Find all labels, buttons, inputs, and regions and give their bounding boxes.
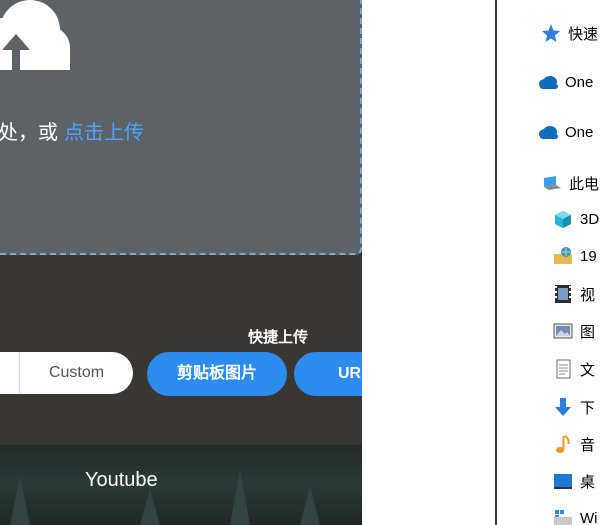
nav-item-label: 19	[580, 247, 597, 265]
tree-shape	[10, 477, 30, 525]
tree-shape	[230, 470, 250, 525]
nav-item-network-folder[interactable]: 19	[552, 245, 597, 267]
nav-item-label: 3D	[580, 210, 600, 228]
clipboard-image-button[interactable]: 剪贴板图片	[147, 352, 287, 396]
nav-item-label: 图	[580, 323, 596, 341]
nav-item-label: 下	[580, 399, 596, 417]
pictures-folder-icon	[552, 320, 574, 342]
image-host-page: 处，或 点击上传 快捷上传 Custom 剪贴板图片 UR Youtube	[0, 0, 362, 525]
nav-item-label: 视	[580, 286, 596, 304]
video-folder-icon	[552, 283, 574, 305]
nav-item-videos[interactable]: 视	[552, 283, 595, 305]
nav-item-documents[interactable]: 文	[552, 358, 595, 380]
nav-item-downloads[interactable]: 下	[552, 396, 595, 418]
url-upload-button[interactable]: UR	[294, 352, 362, 396]
3d-objects-icon	[552, 208, 574, 230]
nav-item-pictures[interactable]: 图	[552, 320, 595, 342]
size-option-group: Custom	[0, 352, 133, 394]
drop-hint-text: 处，或	[0, 122, 58, 144]
star-icon	[540, 22, 562, 44]
nav-item-label: 文	[580, 361, 596, 379]
onedrive-cloud-icon	[537, 121, 559, 143]
tree-shape	[300, 485, 320, 525]
nav-item-label: 快速	[568, 25, 599, 43]
drop-instructions: 处，或 点击上传	[0, 116, 144, 145]
nav-item-quick-access[interactable]: 快速	[540, 22, 598, 44]
nav-item-3d-objects[interactable]: 3D	[552, 208, 599, 230]
desktop-icon	[552, 470, 574, 492]
upload-controls: 快捷上传 Custom 剪贴板图片 UR	[0, 255, 362, 445]
nav-item-label: 音	[580, 436, 596, 454]
nav-item-label: 此电	[569, 175, 600, 193]
nav-item-onedrive-2[interactable]: One	[537, 121, 593, 143]
windows-drive-icon	[552, 507, 574, 525]
nav-item-this-pc[interactable]: 此电	[541, 172, 599, 194]
nav-item-label: Wi	[580, 509, 598, 525]
onedrive-cloud-icon	[537, 71, 559, 93]
documents-folder-icon	[552, 358, 574, 380]
nav-item-label: One	[565, 123, 594, 141]
footer-background: Youtube	[0, 445, 362, 525]
network-folder-icon	[552, 245, 574, 267]
music-icon	[552, 433, 574, 455]
nav-item-desktop[interactable]: 桌	[552, 470, 595, 492]
downloads-icon	[552, 396, 574, 418]
nav-item-label: 桌	[580, 473, 596, 491]
explorer-navigation-pane: 快速 One One 此电 3D 19 视 图 文 下 音 桌 Wi	[497, 0, 604, 525]
nav-item-onedrive-1[interactable]: One	[537, 71, 593, 93]
nav-item-label: One	[565, 73, 594, 91]
cloud-upload-icon	[0, 0, 70, 70]
upload-dropzone[interactable]: 处，或 点击上传	[0, 0, 362, 255]
nav-item-music[interactable]: 音	[552, 433, 595, 455]
this-pc-icon	[541, 172, 563, 194]
tree-shape	[140, 489, 160, 525]
youtube-link[interactable]: Youtube	[85, 469, 158, 492]
click-upload-link[interactable]: 点击上传	[64, 122, 144, 144]
custom-option-button[interactable]: Custom	[20, 352, 133, 394]
nav-item-windows-drive[interactable]: Wi	[552, 507, 598, 525]
quick-upload-title: 快捷上传	[248, 329, 309, 346]
